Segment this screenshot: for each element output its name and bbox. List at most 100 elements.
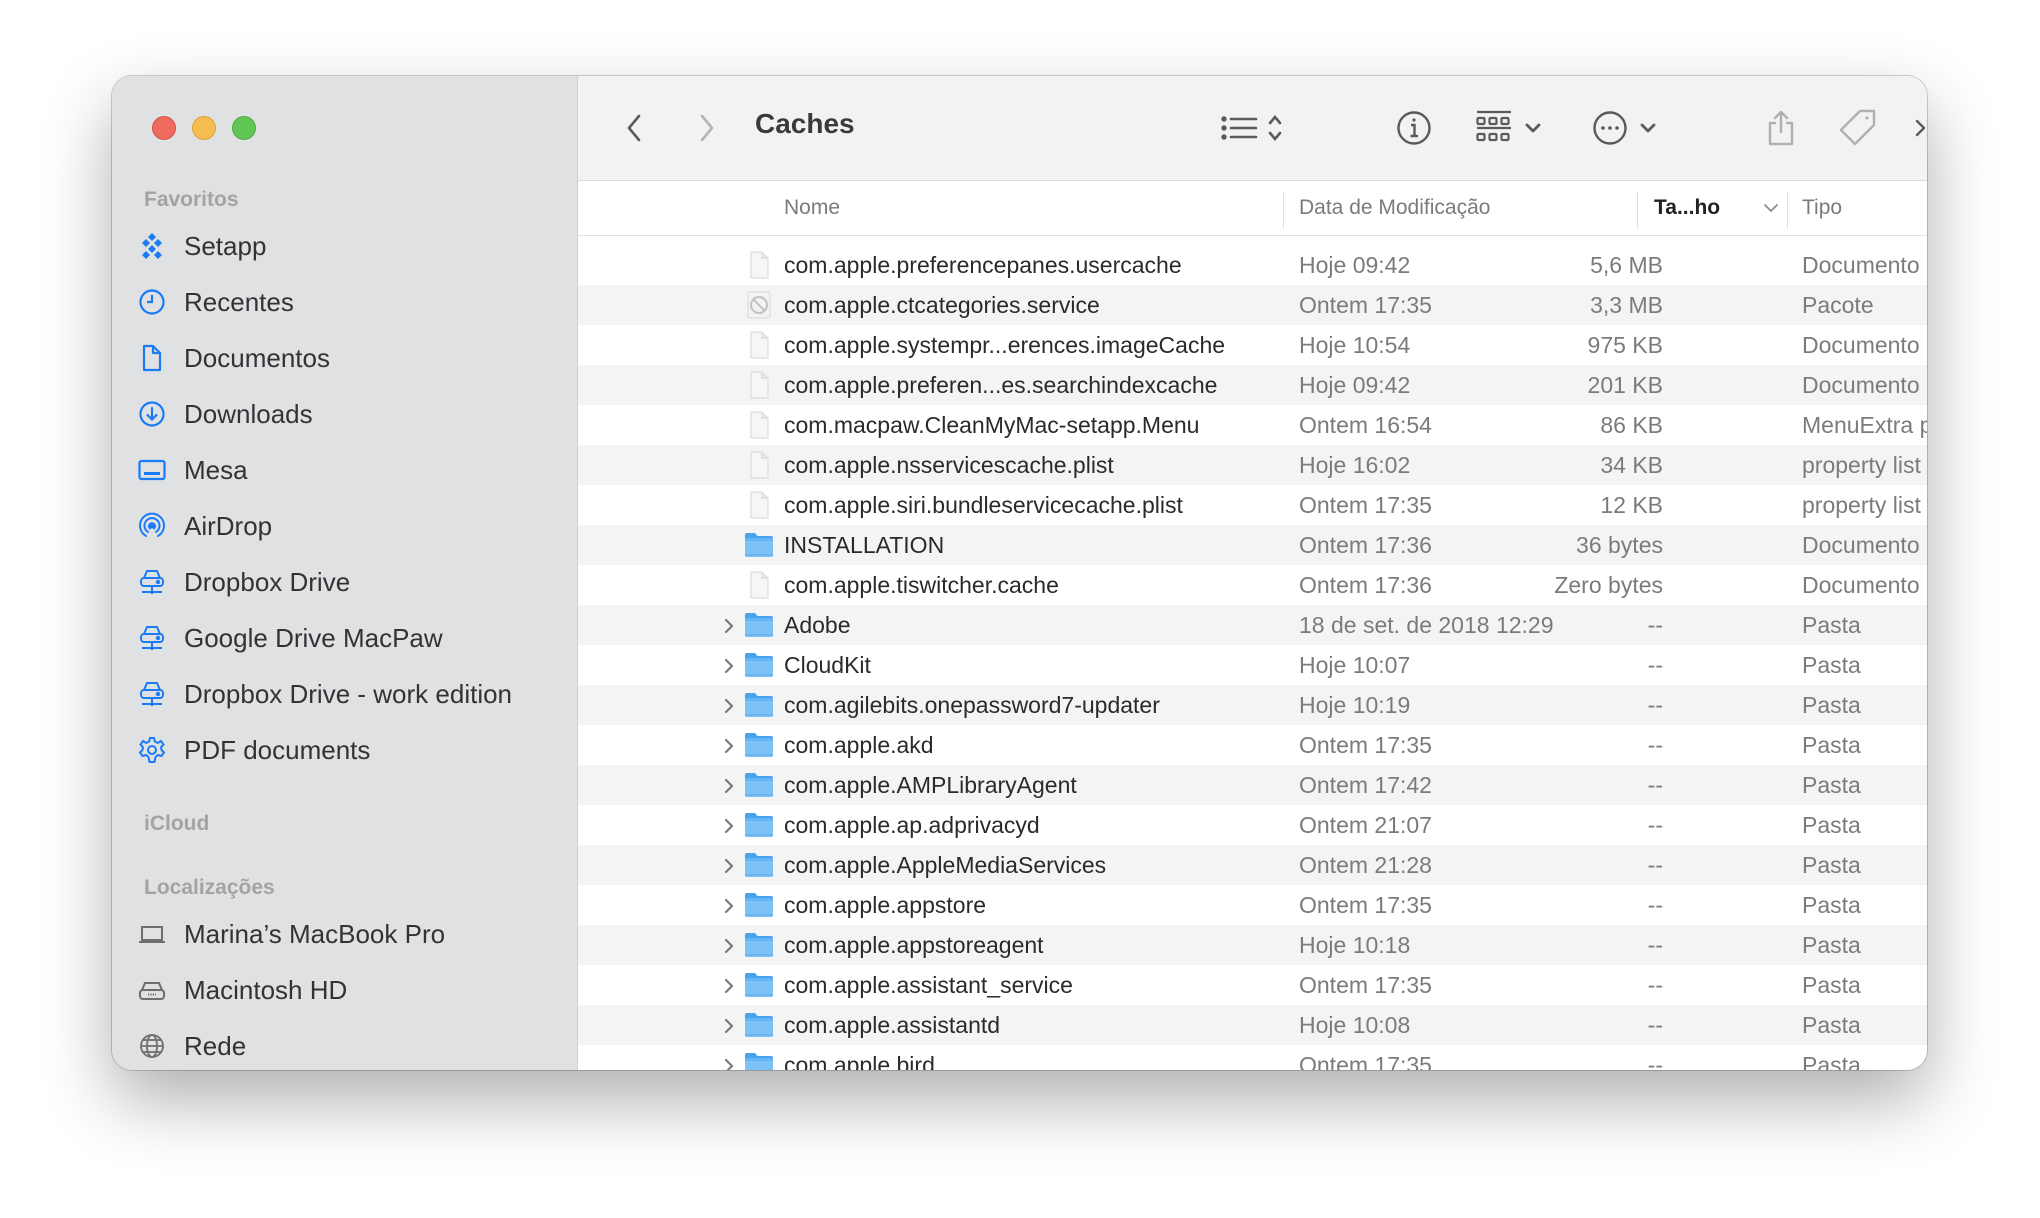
- sidebar-item-airdrop[interactable]: AirDrop: [138, 506, 272, 546]
- section-label-icloud[interactable]: iCloud: [144, 812, 209, 836]
- file-date: Ontem 17:35: [1299, 292, 1432, 318]
- sort-descending-icon[interactable]: [1763, 181, 1779, 235]
- column-name[interactable]: Nome: [784, 181, 840, 235]
- folder-icon: [744, 851, 774, 879]
- file-icon: [744, 571, 774, 599]
- file-row[interactable]: com.apple.nsservicescache.plist Hoje 16:0…: [578, 445, 1927, 485]
- file-name: com.apple.preferencepanes.usercache: [784, 252, 1182, 278]
- file-name: com.macpaw.CleanMyMac-setapp.Menu: [784, 412, 1200, 438]
- column-divider[interactable]: [1787, 191, 1788, 229]
- back-button[interactable]: [622, 110, 646, 146]
- window-title: Caches: [755, 108, 855, 139]
- file-kind: Documento: [1802, 532, 1920, 558]
- file-date: Ontem 16:54: [1299, 412, 1432, 438]
- disclosure-chevron-icon[interactable]: [722, 975, 736, 995]
- file-name: com.apple.ctcategories.service: [784, 292, 1100, 318]
- file-date: Ontem 17:35: [1299, 892, 1432, 918]
- file-row[interactable]: com.apple.siri.bundleservicecache.plist O…: [578, 485, 1927, 525]
- tag-button[interactable]: [1838, 109, 1878, 146]
- file-date: Ontem 17:35: [1299, 732, 1432, 758]
- file-date: Ontem 17:36: [1299, 532, 1432, 558]
- file-row[interactable]: com.apple.preferen...es.searchindexcache…: [578, 365, 1927, 405]
- file-size: 12 KB: [1600, 492, 1663, 518]
- action-button[interactable]: [1592, 110, 1660, 146]
- disclosure-chevron-icon[interactable]: [722, 855, 736, 875]
- file-kind: Pasta: [1802, 772, 1861, 798]
- file-date: Ontem 17:35: [1299, 492, 1432, 518]
- forward-button[interactable]: [695, 110, 719, 146]
- main-pane: Caches Nome Data de Modificação Ta...ho …: [578, 76, 1927, 1070]
- column-divider[interactable]: [1637, 191, 1638, 229]
- column-divider[interactable]: [1283, 191, 1284, 229]
- sidebar-item-google-drive[interactable]: Google Drive MacPaw: [138, 618, 443, 658]
- sidebar-item-macbook[interactable]: Marina’s MacBook Pro: [138, 914, 445, 954]
- column-date[interactable]: Data de Modificação: [1299, 181, 1490, 235]
- file-row[interactable]: com.apple.bird Ontem 17:35 -- Pasta: [578, 1045, 1927, 1070]
- file-row[interactable]: com.apple.systempr...erences.imageCache H…: [578, 325, 1927, 365]
- folder-icon: [744, 891, 774, 919]
- group-button[interactable]: [1475, 110, 1547, 146]
- file-icon: [744, 251, 774, 279]
- file-row[interactable]: com.apple.appstoreagent Hoje 10:18 -- Pasta: [578, 925, 1927, 965]
- file-row[interactable]: CloudKit Hoje 10:07 -- Pasta: [578, 645, 1927, 685]
- file-kind: Pasta: [1802, 692, 1861, 718]
- file-row[interactable]: com.apple.AMPLibraryAgent Ontem 17:42 -- Pa…: [578, 765, 1927, 805]
- file-size: --: [1647, 892, 1663, 918]
- sidebar-item-downloads[interactable]: Downloads: [138, 394, 313, 434]
- view-mode-button[interactable]: [1218, 110, 1294, 146]
- overflow-button[interactable]: [1913, 110, 1927, 146]
- sidebar-item-recentes[interactable]: Recentes: [138, 282, 294, 322]
- sidebar-item-rede[interactable]: Rede: [138, 1026, 246, 1066]
- section-label-favoritos: Favoritos: [144, 188, 239, 211]
- sidebar-item-mesa[interactable]: Mesa: [138, 450, 248, 490]
- column-size[interactable]: Ta...ho: [1654, 181, 1720, 235]
- disclosure-chevron-icon[interactable]: [722, 655, 736, 675]
- file-row[interactable]: com.apple.AppleMediaServices Ontem 21:28 -…: [578, 845, 1927, 885]
- disclosure-chevron-icon[interactable]: [722, 735, 736, 755]
- sidebar-item-macintosh-hd[interactable]: Macintosh HD: [138, 970, 347, 1010]
- disclosure-chevron-icon[interactable]: [722, 935, 736, 955]
- info-button[interactable]: [1396, 110, 1432, 146]
- file-row[interactable]: com.apple.ap.adprivacyd Ontem 21:07 -- Past…: [578, 805, 1927, 845]
- file-row[interactable]: com.apple.tiswitcher.cache Ontem 17:36 Zer…: [578, 565, 1927, 605]
- disclosure-chevron-icon[interactable]: [722, 615, 736, 635]
- file-row[interactable]: com.agilebits.onepassword7-updater Hoje 1…: [578, 685, 1927, 725]
- folder-icon: [744, 731, 774, 759]
- close-button[interactable]: [152, 116, 176, 140]
- file-row[interactable]: Adobe 18 de set. de 2018 12:29 -- Pasta: [578, 605, 1927, 645]
- sidebar-item-dropbox-drive[interactable]: Dropbox Drive: [138, 562, 350, 602]
- file-row[interactable]: com.apple.ctcategories.service Ontem 17:3…: [578, 285, 1927, 325]
- sidebar-item-setapp[interactable]: Setapp: [138, 226, 266, 266]
- sidebar-item-documentos[interactable]: Documentos: [138, 338, 330, 378]
- file-date: Ontem 17:36: [1299, 572, 1432, 598]
- file-row[interactable]: com.apple.assistantd Hoje 10:08 -- Pasta: [578, 1005, 1927, 1045]
- download-icon: [138, 400, 166, 428]
- folder-icon: [744, 691, 774, 719]
- disclosure-chevron-icon[interactable]: [722, 895, 736, 915]
- zoom-button[interactable]: [232, 116, 256, 140]
- column-kind[interactable]: Tipo: [1802, 181, 1842, 235]
- hard-drive-icon: [138, 976, 166, 1004]
- file-size: 201 KB: [1587, 372, 1663, 398]
- file-name: com.apple.systempr...erences.imageCache: [784, 332, 1226, 358]
- sidebar: Favoritos Setapp Recentes Documentos Dow…: [112, 76, 578, 1070]
- file-row[interactable]: com.macpaw.CleanMyMac-setapp.Menu Ontem 1…: [578, 405, 1927, 445]
- disclosure-chevron-icon[interactable]: [722, 1015, 736, 1035]
- file-kind: Pasta: [1802, 892, 1861, 918]
- share-button[interactable]: [1764, 110, 1798, 146]
- file-name: com.apple.AppleMediaServices: [784, 852, 1107, 878]
- file-size: --: [1647, 732, 1663, 758]
- disclosure-chevron-icon[interactable]: [722, 815, 736, 835]
- disclosure-chevron-icon[interactable]: [722, 775, 736, 795]
- minimize-button[interactable]: [192, 116, 216, 140]
- disclosure-chevron-icon[interactable]: [722, 695, 736, 715]
- file-row[interactable]: com.apple.assistant_service Ontem 17:35 --…: [578, 965, 1927, 1005]
- file-row[interactable]: com.apple.akd Ontem 17:35 -- Pasta: [578, 725, 1927, 765]
- file-row[interactable]: com.apple.appstore Ontem 17:35 -- Pasta: [578, 885, 1927, 925]
- sidebar-item-dropbox-work[interactable]: Dropbox Drive - work edition: [138, 674, 512, 714]
- sidebar-item-pdf-documents[interactable]: PDF documents: [138, 730, 370, 770]
- disclosure-chevron-icon[interactable]: [722, 1055, 736, 1070]
- file-row[interactable]: INSTALLATION Ontem 17:36 36 bytes Documento: [578, 525, 1927, 565]
- file-name: com.apple.assistant_service: [784, 972, 1073, 998]
- file-row[interactable]: com.apple.preferencepanes.usercache Hoje …: [578, 245, 1927, 285]
